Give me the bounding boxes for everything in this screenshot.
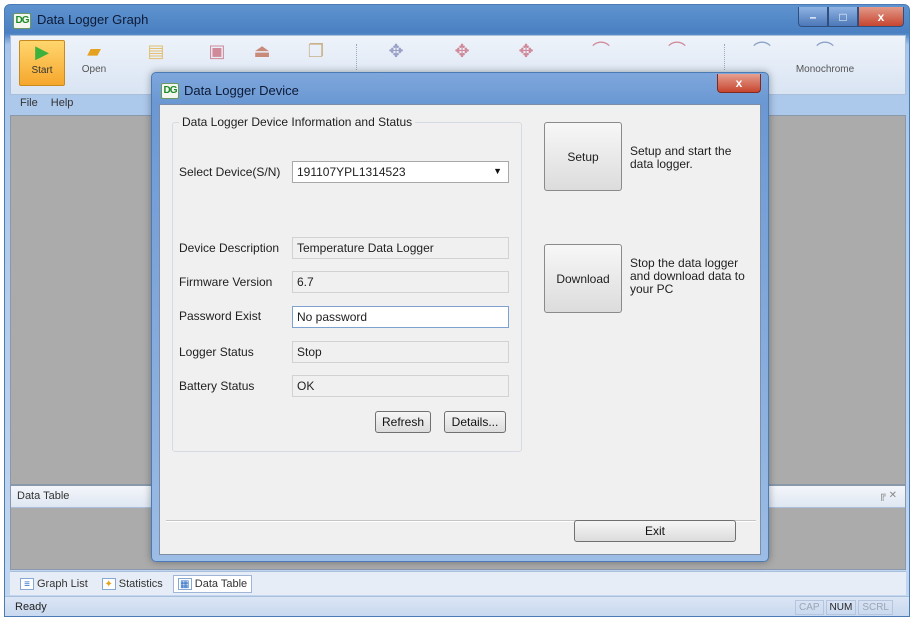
data-table-title: Data Table bbox=[17, 490, 70, 502]
play-icon: ▶ bbox=[35, 42, 49, 62]
logger-status-label: Logger Status bbox=[179, 345, 254, 359]
tab-label: Statistics bbox=[118, 577, 163, 590]
tab-label: Graph List bbox=[37, 577, 88, 590]
menu-bar: File Help bbox=[10, 97, 73, 113]
ribbon-separator bbox=[356, 44, 357, 70]
bottom-tab-bar: ≡ Graph List ✦ Statistics ▦ Data Table bbox=[10, 571, 906, 595]
list-icon: ≡ bbox=[20, 577, 34, 590]
maximize-button[interactable]: □ bbox=[828, 7, 858, 27]
device-description-label: Device Description bbox=[179, 241, 280, 255]
tab-label: Data Table bbox=[194, 577, 248, 590]
graph-icon: ⌒ bbox=[753, 41, 771, 61]
scroll-lock-indicator: SCRL bbox=[858, 600, 893, 615]
logger-status-field: Stop bbox=[292, 341, 509, 363]
move-icon: ✥ bbox=[518, 41, 534, 61]
password-exist-field[interactable]: No password bbox=[292, 306, 509, 328]
caps-lock-indicator: CAP bbox=[794, 600, 824, 615]
open-button[interactable]: ▰ Open bbox=[71, 40, 117, 86]
select-device-label: Select Device(S/N) bbox=[179, 165, 281, 179]
pin-close-icon[interactable]: ╔ ✕ bbox=[879, 490, 897, 501]
menu-help[interactable]: Help bbox=[51, 97, 74, 109]
monochrome-button[interactable]: ⌒ Monochrome bbox=[789, 40, 861, 86]
table-icon: ▦ bbox=[177, 577, 192, 590]
start-button[interactable]: ▶ Start bbox=[19, 40, 65, 86]
group-title: Data Logger Device Information and Statu… bbox=[179, 115, 416, 129]
tab-data-table[interactable]: ▦ Data Table bbox=[172, 574, 253, 593]
dialog-title: Data Logger Device bbox=[184, 83, 299, 98]
open-label: Open bbox=[81, 64, 107, 75]
setup-button[interactable]: Setup bbox=[544, 122, 622, 191]
monochrome-label: Monochrome bbox=[795, 64, 855, 75]
upload-icon: ⏏ bbox=[253, 41, 271, 61]
select-device-dropdown[interactable]: 191107YPL1314523 ▼ bbox=[292, 161, 509, 183]
graph-icon: ⌒ bbox=[816, 41, 834, 61]
dialog-close-button[interactable]: x bbox=[717, 74, 761, 93]
battery-status-label: Battery Status bbox=[179, 379, 255, 393]
status-text: Ready bbox=[15, 601, 47, 613]
device-description-field: Temperature Data Logger bbox=[292, 237, 509, 259]
main-window-title: Data Logger Graph bbox=[37, 12, 149, 27]
dialog-body: Data Logger Device Information and Statu… bbox=[159, 104, 761, 555]
window-controls: – □ x bbox=[798, 7, 904, 27]
password-exist-label: Password Exist bbox=[179, 309, 262, 323]
dialog-titlebar: DG Data Logger Device x bbox=[152, 73, 768, 105]
tab-statistics[interactable]: ✦ Statistics bbox=[98, 576, 167, 592]
curve-icon: ⌒ bbox=[592, 41, 610, 61]
start-label: Start bbox=[31, 65, 53, 76]
select-device-value: 191107YPL1314523 bbox=[297, 165, 406, 179]
app-logo-icon: DG bbox=[13, 13, 31, 29]
folder-icon: ▰ bbox=[87, 41, 101, 61]
download-button[interactable]: Download bbox=[544, 244, 622, 313]
curve-icon: ⌒ bbox=[668, 41, 686, 61]
download-description: Stop the data logger and download data t… bbox=[630, 256, 745, 296]
minimize-button[interactable]: – bbox=[798, 7, 828, 27]
setup-description: Setup and start the data logger. bbox=[630, 144, 732, 171]
refresh-button[interactable]: Refresh bbox=[375, 411, 431, 433]
copy-icon: ❐ bbox=[307, 41, 325, 61]
device-info-group: Data Logger Device Information and Statu… bbox=[172, 115, 522, 452]
main-titlebar: DG Data Logger Graph – □ x bbox=[5, 5, 909, 35]
move-icon: ✥ bbox=[388, 41, 404, 61]
firmware-version-field: 6.7 bbox=[292, 271, 509, 293]
chart-tool-icon: ▤ bbox=[147, 41, 165, 61]
data-logger-device-dialog: DG Data Logger Device x Data Logger Devi… bbox=[151, 72, 769, 562]
dropdown-arrow-icon: ▼ bbox=[493, 166, 502, 176]
details-button[interactable]: Details... bbox=[444, 411, 506, 433]
menu-file[interactable]: File bbox=[20, 97, 38, 109]
tab-graph-list[interactable]: ≡ Graph List bbox=[16, 576, 92, 592]
statistics-icon: ✦ bbox=[101, 577, 116, 590]
close-button[interactable]: x bbox=[858, 7, 904, 27]
status-bar: Ready CAP NUM SCRL bbox=[5, 596, 909, 616]
move-icon: ✥ bbox=[454, 41, 470, 61]
num-lock-indicator: NUM bbox=[825, 600, 857, 615]
battery-status-field: OK bbox=[292, 375, 509, 397]
save-icon: ▣ bbox=[208, 41, 226, 61]
status-indicators: CAP NUM SCRL bbox=[794, 600, 893, 615]
dialog-app-icon: DG bbox=[161, 83, 179, 99]
ribbon-separator bbox=[724, 44, 725, 70]
exit-button[interactable]: Exit bbox=[574, 520, 736, 542]
firmware-version-label: Firmware Version bbox=[179, 275, 273, 289]
